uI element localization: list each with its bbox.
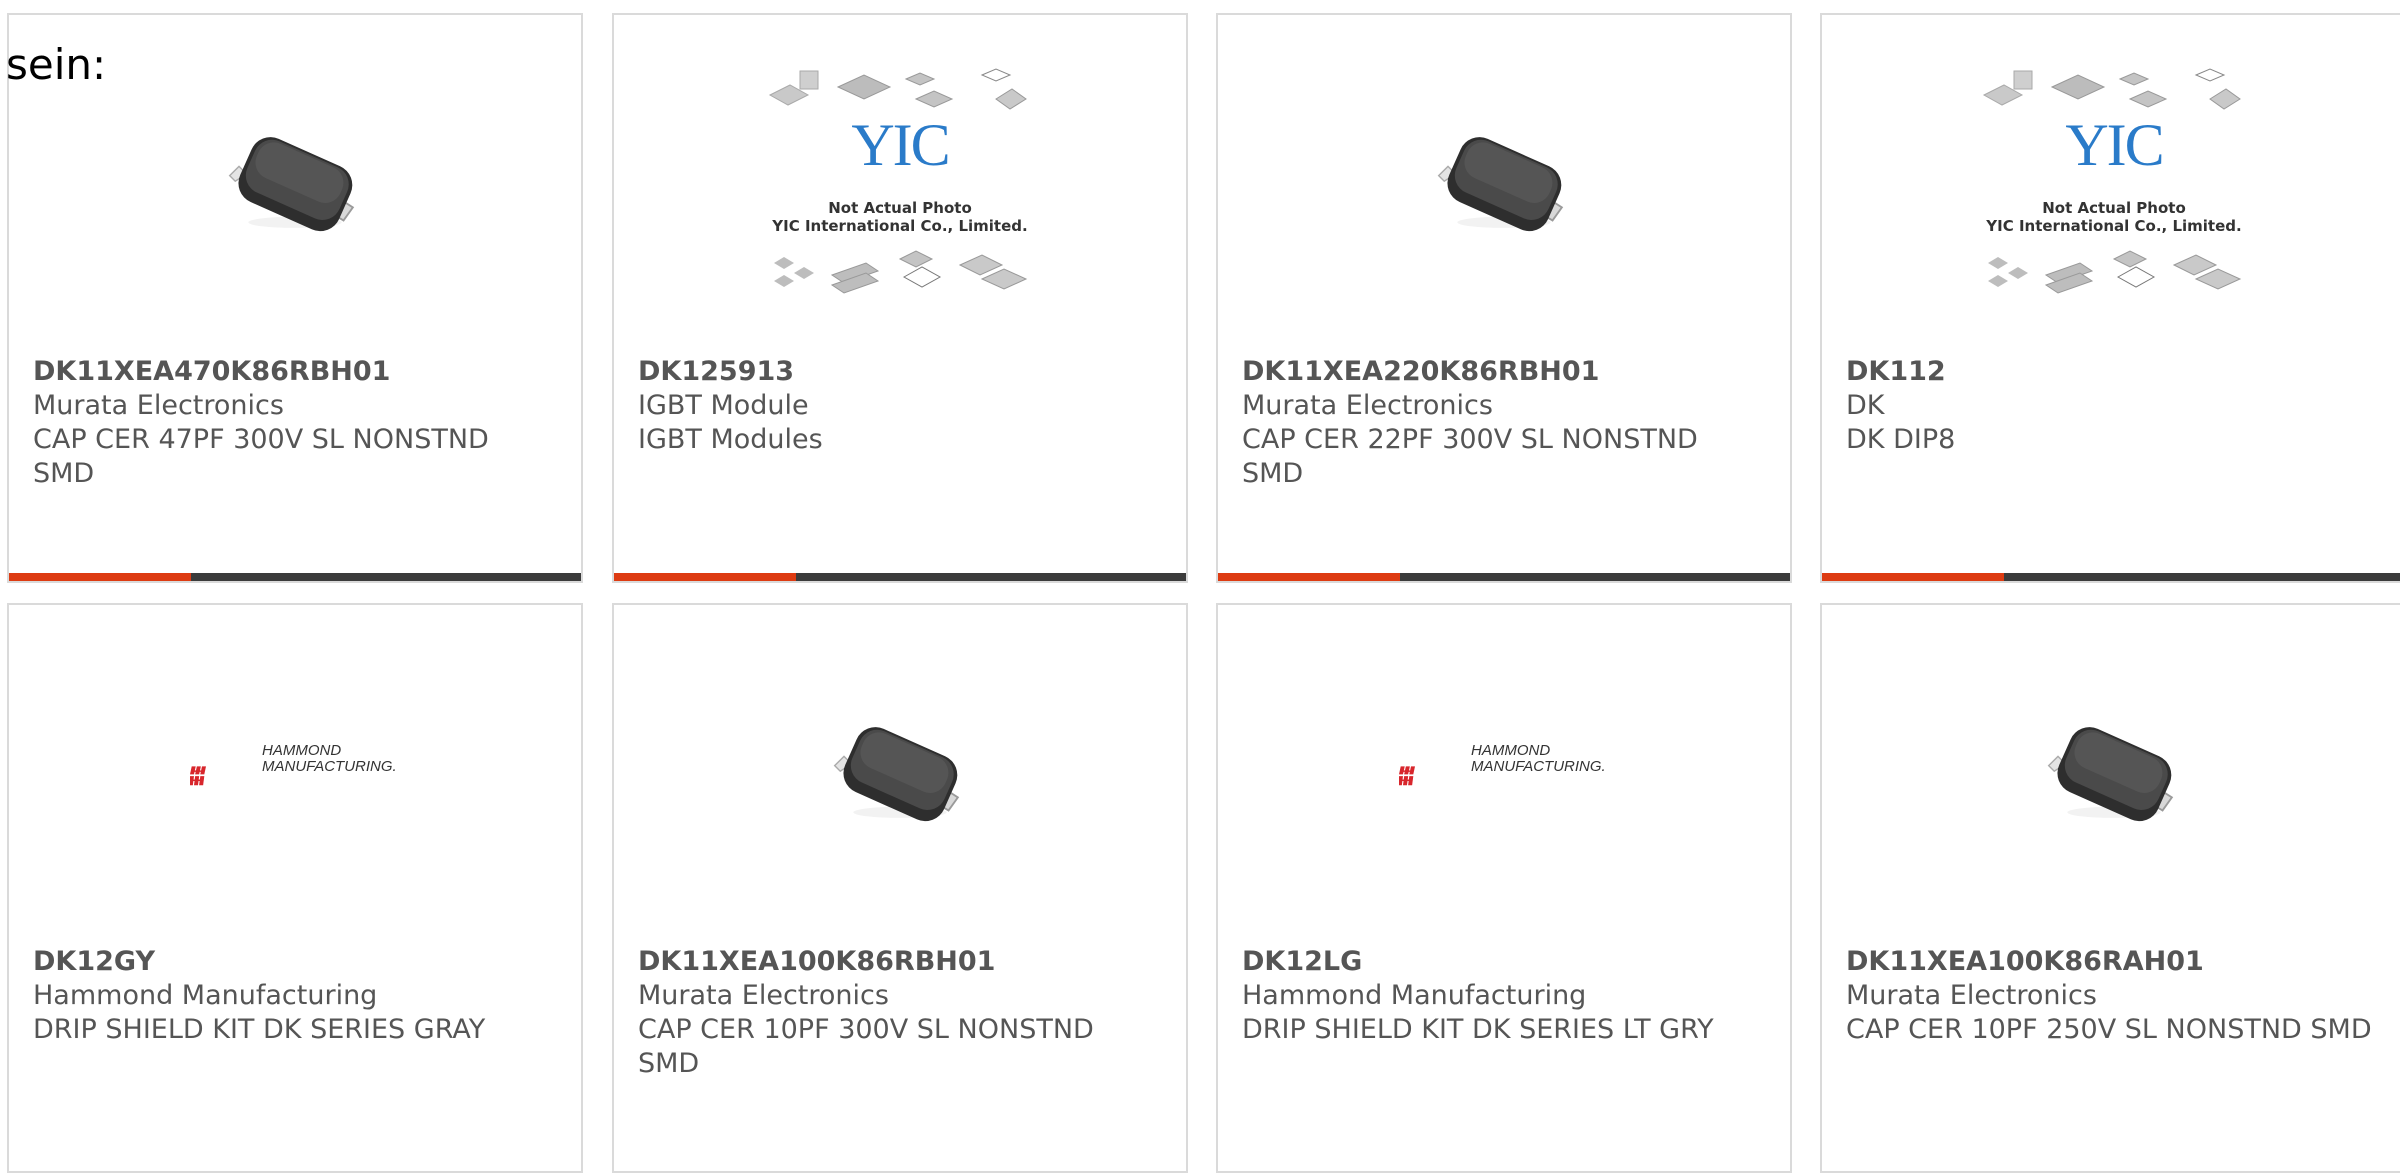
product-image[interactable] — [1822, 665, 2400, 885]
product-info: DK12GY Hammond Manufacturing DRIP SHIELD… — [33, 945, 557, 1047]
placeholder-line1: Not Actual Photo — [2042, 199, 2186, 217]
card-bottom-bar — [1218, 573, 1790, 581]
packages-icon — [1974, 245, 2254, 295]
product-info: DK11XEA100K86RAH01 Murata Electronics CA… — [1846, 945, 2382, 1047]
ceramic-chip-image — [220, 129, 370, 241]
product-card[interactable]: DK11XEA100K86RBH01 Murata Electronics CA… — [612, 603, 1188, 1173]
product-image[interactable]: HAMMOND MANUFACTURING. — [1218, 665, 1790, 885]
manufacturer: Hammond Manufacturing — [33, 980, 378, 1011]
description: DRIP SHIELD KIT DK SERIES GRAY — [33, 1014, 486, 1045]
product-image[interactable] — [9, 75, 581, 295]
hammond-wordmark: HAMMOND MANUFACTURING. — [262, 742, 397, 775]
part-number[interactable]: DK12LG — [1242, 945, 1766, 979]
card-bottom-bar — [9, 573, 581, 581]
product-card[interactable]: DK11XEA470K86RBH01 Murata Electronics CA… — [7, 13, 583, 583]
description: CAP CER 47PF 300V SL NONSTND SMD — [33, 424, 489, 489]
product-info: DK125913 IGBT Module IGBT Modules — [638, 355, 1162, 457]
product-card[interactable]: DK11XEA100K86RAH01 Murata Electronics CA… — [1820, 603, 2400, 1173]
description: CAP CER 10PF 250V SL NONSTND SMD — [1846, 1014, 2372, 1045]
hammond-mark-icon — [1399, 735, 1459, 815]
card-bottom-bar — [1822, 573, 2400, 581]
hammond-logo-image: HAMMOND MANUFACTURING. — [190, 735, 400, 815]
product-card[interactable]: HAMMOND MANUFACTURING. DK12LG Hammond Ma… — [1216, 603, 1792, 1173]
description: CAP CER 22PF 300V SL NONSTND SMD — [1242, 424, 1698, 489]
card-accent — [614, 573, 796, 581]
part-number[interactable]: DK11XEA470K86RBH01 — [33, 355, 557, 389]
product-image[interactable]: YIC Not Actual Photo YIC International C… — [614, 75, 1186, 295]
description: DRIP SHIELD KIT DK SERIES LT GRY — [1242, 1014, 1714, 1045]
placeholder-line2: YIC International Co., Limited. — [772, 217, 1028, 235]
product-info: DK11XEA220K86RBH01 Murata Electronics CA… — [1242, 355, 1766, 491]
hammond-logo-image: HAMMOND MANUFACTURING. — [1399, 735, 1609, 815]
part-number[interactable]: DK11XEA100K86RBH01 — [638, 945, 1162, 979]
product-info: DK12LG Hammond Manufacturing DRIP SHIELD… — [1242, 945, 1766, 1047]
product-image[interactable] — [614, 665, 1186, 885]
product-card[interactable]: HAMMOND MANUFACTURING. DK12GY Hammond Ma… — [7, 603, 583, 1173]
product-image[interactable]: YIC Not Actual Photo YIC International C… — [1822, 75, 2400, 295]
card-accent — [1822, 573, 2004, 581]
manufacturer: Murata Electronics — [1242, 390, 1493, 421]
hammond-wordmark: HAMMOND MANUFACTURING. — [1471, 742, 1606, 775]
packages-icon — [760, 245, 1040, 295]
card-bottom-bar — [614, 573, 1186, 581]
description: DK DIP8 — [1846, 424, 1956, 455]
placeholder-photo-image: YIC Not Actual Photo YIC International C… — [760, 65, 1040, 305]
manufacturer: Murata Electronics — [638, 980, 889, 1011]
card-accent — [1218, 573, 1400, 581]
intro-text: sein: — [6, 40, 107, 89]
product-card[interactable]: DK11XEA220K86RBH01 Murata Electronics CA… — [1216, 13, 1792, 583]
product-image[interactable] — [1218, 75, 1790, 295]
card-accent — [9, 573, 191, 581]
ceramic-chip-image — [825, 719, 975, 831]
product-info: DK112 DK DK DIP8 — [1846, 355, 2382, 457]
hammond-mark-icon — [190, 735, 250, 815]
yic-logo: YIC — [851, 112, 950, 178]
manufacturer: Hammond Manufacturing — [1242, 980, 1587, 1011]
product-image[interactable]: HAMMOND MANUFACTURING. — [9, 665, 581, 885]
part-number[interactable]: DK112 — [1846, 355, 2382, 389]
part-number[interactable]: DK12GY — [33, 945, 557, 979]
placeholder-photo-image: YIC Not Actual Photo YIC International C… — [1974, 65, 2254, 305]
description: IGBT Modules — [638, 424, 823, 455]
description: CAP CER 10PF 300V SL NONSTND SMD — [638, 1014, 1094, 1079]
placeholder-line1: Not Actual Photo — [828, 199, 972, 217]
product-card[interactable]: YIC Not Actual Photo YIC International C… — [612, 13, 1188, 583]
ceramic-chip-image — [2039, 719, 2189, 831]
manufacturer: IGBT Module — [638, 390, 809, 421]
part-number[interactable]: DK11XEA100K86RAH01 — [1846, 945, 2382, 979]
yic-logo: YIC — [2065, 112, 2164, 178]
ceramic-chip-image — [1429, 129, 1579, 241]
manufacturer: Murata Electronics — [33, 390, 284, 421]
product-card[interactable]: YIC Not Actual Photo YIC International C… — [1820, 13, 2400, 583]
product-info: DK11XEA470K86RBH01 Murata Electronics CA… — [33, 355, 557, 491]
product-info: DK11XEA100K86RBH01 Murata Electronics CA… — [638, 945, 1162, 1081]
manufacturer: Murata Electronics — [1846, 980, 2097, 1011]
part-number[interactable]: DK11XEA220K86RBH01 — [1242, 355, 1766, 389]
placeholder-line2: YIC International Co., Limited. — [1986, 217, 2242, 235]
manufacturer: DK — [1846, 390, 1885, 421]
part-number[interactable]: DK125913 — [638, 355, 1162, 389]
